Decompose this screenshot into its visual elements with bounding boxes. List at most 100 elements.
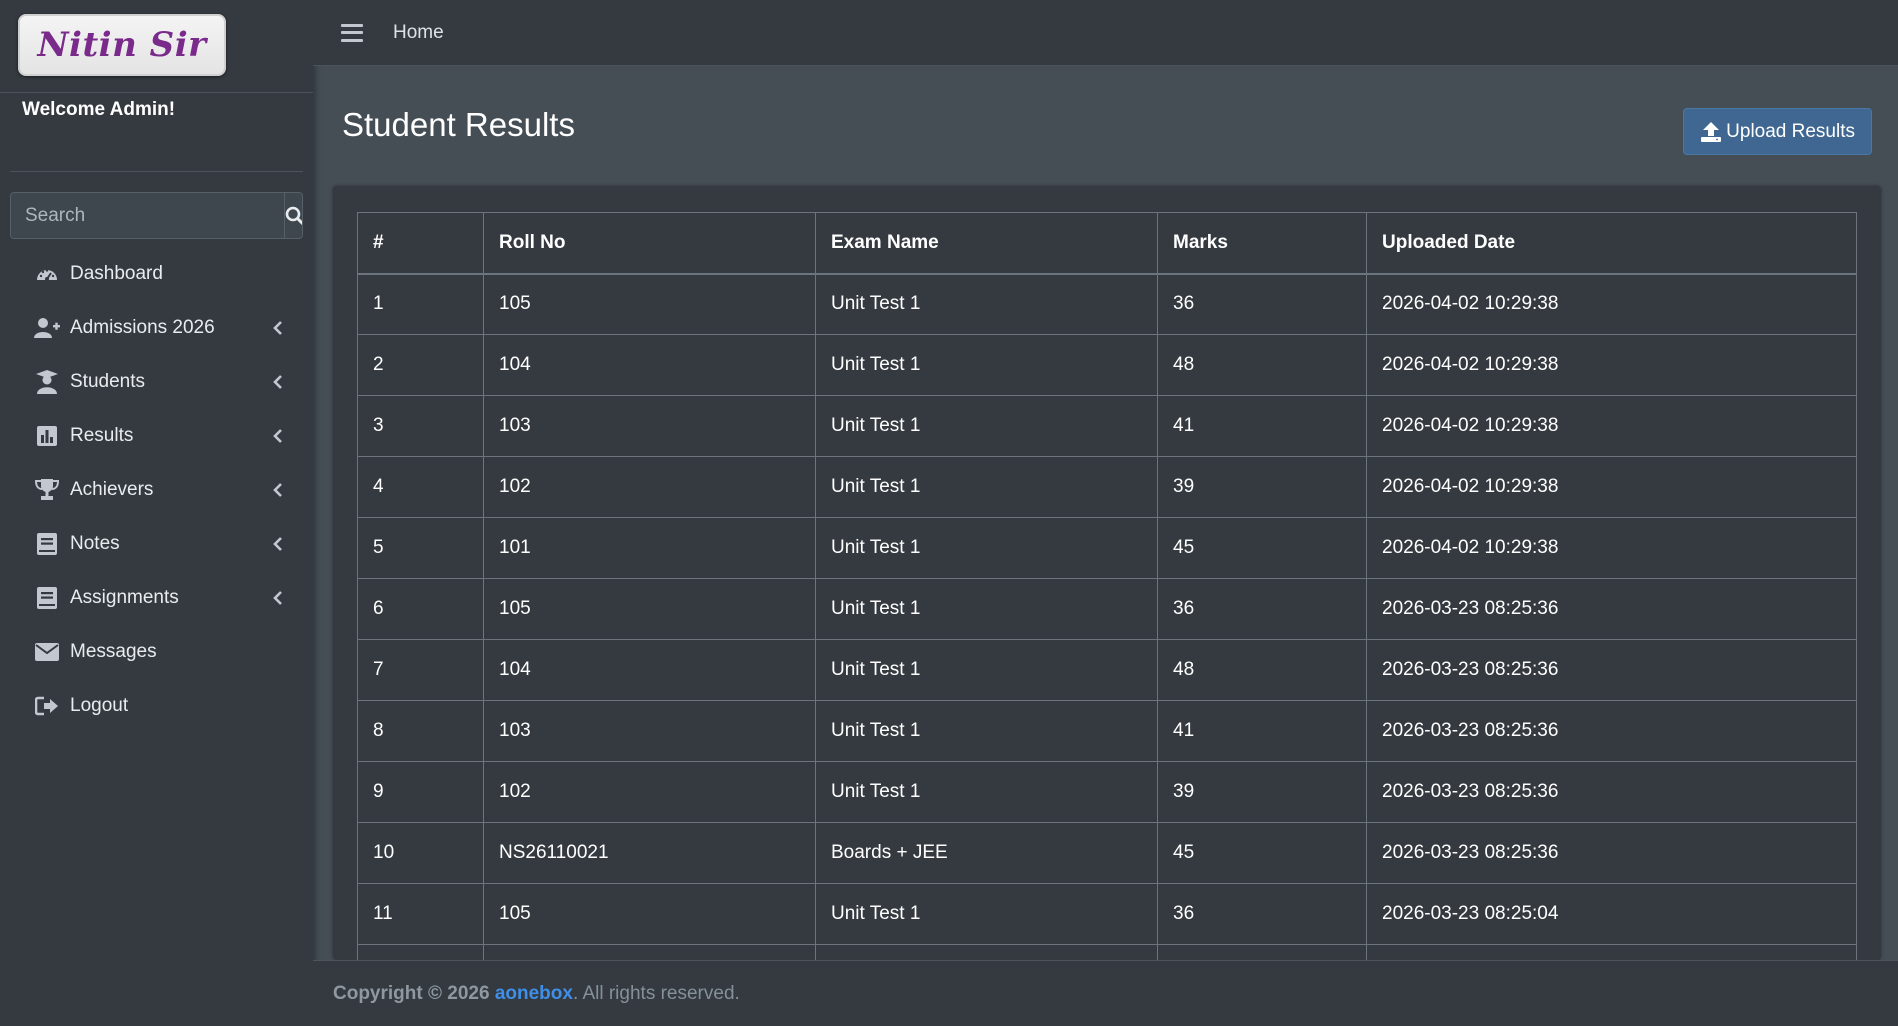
sidebar-item-results[interactable]: Results: [0, 409, 313, 463]
sidebar-item-students[interactable]: Students: [0, 355, 313, 409]
results-table: # Roll No Exam Name Marks Uploaded Date …: [357, 212, 1857, 960]
cell-exam-name: Unit Test 1: [815, 639, 1158, 701]
cell-exam-name: [815, 944, 1158, 960]
sidebar-item-label: Admissions 2026: [70, 317, 215, 338]
sidebar-item-logout[interactable]: Logout: [0, 679, 313, 733]
cell-exam-name: Unit Test 1: [815, 273, 1158, 335]
table-row: 6 105 Unit Test 1 36 2026-03-23 08:25:36: [357, 578, 1857, 640]
trophy-icon: [34, 477, 60, 503]
sidebar-item-dashboard[interactable]: Dashboard: [0, 247, 313, 301]
cell-uploaded-date: 2026-04-02 10:29:38: [1366, 395, 1857, 457]
column-header-roll-no[interactable]: Roll No: [483, 212, 816, 275]
search-button[interactable]: [284, 193, 302, 238]
cell-roll-no: [483, 944, 816, 960]
chevron-left-icon: [273, 483, 282, 497]
logo-text: Nitin Sir: [37, 25, 207, 65]
table-row: 9 102 Unit Test 1 39 2026-03-23 08:25:36: [357, 761, 1857, 823]
sidebar-item-label: Assignments: [70, 587, 179, 608]
cell-marks: 36: [1157, 883, 1367, 945]
table-row: 2 104 Unit Test 1 48 2026-04-02 10:29:38: [357, 334, 1857, 396]
cell-exam-name: Unit Test 1: [815, 578, 1158, 640]
cell-marks: 36: [1157, 273, 1367, 335]
cell-exam-name: Unit Test 1: [815, 700, 1158, 762]
cell-marks: 41: [1157, 700, 1367, 762]
search-input[interactable]: [11, 193, 284, 238]
envelope-icon: [34, 639, 60, 665]
column-header-marks[interactable]: Marks: [1157, 212, 1367, 275]
cell-uploaded-date: [1366, 944, 1857, 960]
cell-marks: 45: [1157, 822, 1367, 884]
cell-index: 9: [357, 761, 484, 823]
column-header-exam-name[interactable]: Exam Name: [815, 212, 1158, 275]
cell-exam-name: Unit Test 1: [815, 334, 1158, 396]
cell-marks: 48: [1157, 639, 1367, 701]
brand: Nitin Sir: [0, 0, 313, 93]
upload-results-button[interactable]: Upload Results: [1683, 108, 1872, 155]
sidebar-item-achievers[interactable]: Achievers: [0, 463, 313, 517]
table-body: 1 105 Unit Test 1 36 2026-04-02 10:29:38 2 10…: [357, 273, 1857, 960]
menu-toggle-icon[interactable]: [341, 23, 363, 42]
cell-index: 1: [357, 273, 484, 335]
divider: [10, 171, 303, 172]
sidebar-nav: Dashboard Admissions 2026 Students Resul…: [0, 247, 313, 733]
chart-bar-icon: [34, 423, 60, 449]
cell-exam-name: Unit Test 1: [815, 883, 1158, 945]
footer-suffix: . All rights reserved.: [572, 982, 740, 1004]
cell-marks: 41: [1157, 395, 1367, 457]
column-header-uploaded-date[interactable]: Uploaded Date: [1366, 212, 1857, 275]
cell-index: 4: [357, 456, 484, 518]
cell-marks: 39: [1157, 761, 1367, 823]
brand-logo[interactable]: Nitin Sir: [18, 14, 226, 76]
cell-roll-no: 105: [483, 578, 816, 640]
sidebar-item-assignments[interactable]: Assignments: [0, 571, 313, 625]
cell-uploaded-date: 2026-04-02 10:29:38: [1366, 334, 1857, 396]
cell-index: 5: [357, 517, 484, 579]
table-row: 7 104 Unit Test 1 48 2026-03-23 08:25:36: [357, 639, 1857, 701]
results-card: # Roll No Exam Name Marks Uploaded Date …: [333, 186, 1881, 960]
cell-index: 10: [357, 822, 484, 884]
top-navbar: Home: [313, 0, 1898, 66]
cell-exam-name: Boards + JEE: [815, 822, 1158, 884]
cell-uploaded-date: 2026-04-02 10:29:38: [1366, 517, 1857, 579]
footer-link[interactable]: aonebox: [495, 983, 573, 1005]
column-header-index[interactable]: #: [357, 212, 484, 275]
sidebar-item-messages[interactable]: Messages: [0, 625, 313, 679]
table-row: 11 105 Unit Test 1 36 2026-03-23 08:25:04: [357, 883, 1857, 945]
table-row: 1 105 Unit Test 1 36 2026-04-02 10:29:38: [357, 273, 1857, 335]
chevron-left-icon: [273, 429, 282, 443]
chevron-left-icon: [273, 321, 282, 335]
cell-roll-no: 104: [483, 334, 816, 396]
cell-roll-no: 103: [483, 395, 816, 457]
page-title: Student Results: [342, 106, 575, 143]
cell-marks: 36: [1157, 578, 1367, 640]
chevron-left-icon: [273, 591, 282, 605]
footer-copyright: Copyright © 2026: [333, 982, 490, 1004]
sidebar-item-label: Students: [70, 371, 145, 392]
sidebar-item-admissions[interactable]: Admissions 2026: [0, 301, 313, 355]
cell-roll-no: 102: [483, 456, 816, 518]
sidebar-search: [10, 192, 303, 239]
table-header-row: # Roll No Exam Name Marks Uploaded Date: [357, 212, 1857, 275]
cell-uploaded-date: 2026-03-23 08:25:36: [1366, 578, 1857, 640]
sidebar-item-notes[interactable]: Notes: [0, 517, 313, 571]
user-graduate-icon: [34, 369, 60, 395]
table-row: [357, 944, 1857, 960]
cell-exam-name: Unit Test 1: [815, 761, 1158, 823]
chevron-left-icon: [273, 375, 282, 389]
cell-exam-name: Unit Test 1: [815, 395, 1158, 457]
sidebar-item-label: Achievers: [70, 479, 154, 500]
welcome-text: Welcome Admin!: [22, 99, 176, 120]
sidebar-item-label: Dashboard: [70, 263, 163, 284]
nav-home-link[interactable]: Home: [393, 22, 444, 44]
cell-uploaded-date: 2026-04-02 10:29:38: [1366, 456, 1857, 518]
dashboard-icon: [34, 261, 60, 287]
cell-index: 6: [357, 578, 484, 640]
sign-out-icon: [34, 693, 60, 719]
cell-marks: [1157, 944, 1367, 960]
cell-marks: 39: [1157, 456, 1367, 518]
cell-roll-no: 104: [483, 639, 816, 701]
sidebar-item-label: Logout: [70, 695, 129, 716]
cell-uploaded-date: 2026-03-23 08:25:36: [1366, 822, 1857, 884]
sidebar-item-label: Notes: [70, 533, 120, 554]
upload-icon: [1700, 121, 1722, 143]
